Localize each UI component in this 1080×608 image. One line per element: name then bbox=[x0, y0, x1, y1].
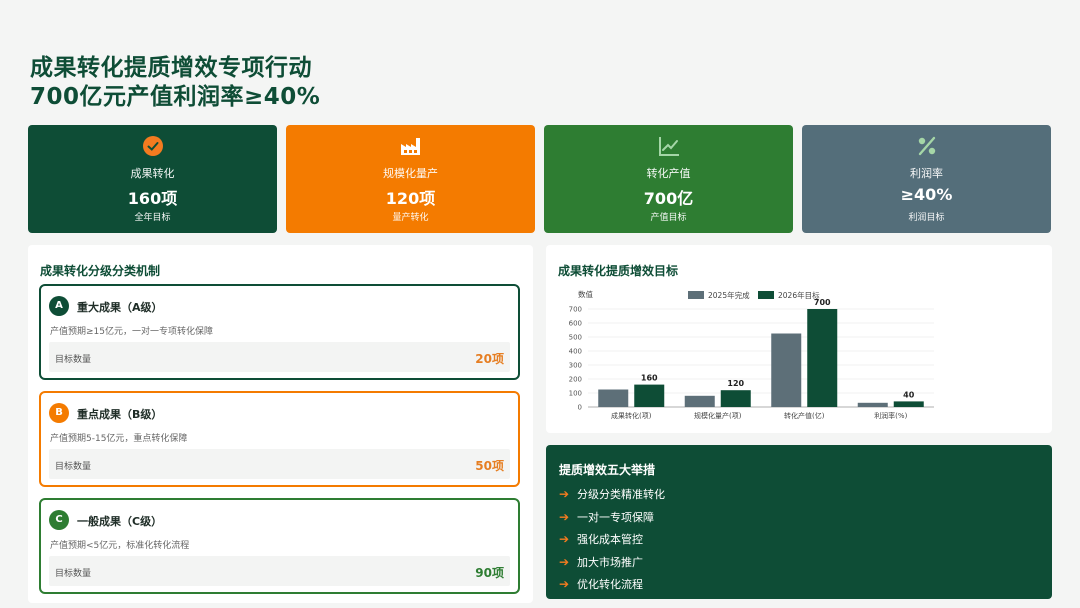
bar bbox=[857, 402, 888, 407]
measure-label: 强化成本管控 bbox=[577, 533, 643, 547]
tier-target-value: 20项 bbox=[475, 352, 504, 366]
chart-panel-title: 成果转化提质增效目标 bbox=[558, 264, 679, 278]
y-tick-label: 200 bbox=[569, 376, 582, 384]
kpi-sub: 全年目标 bbox=[134, 213, 171, 223]
bar bbox=[771, 333, 802, 407]
tier-card-b: B 重点成果（B级） 产值预期5-15亿元，重点转化保障 目标数量 50项 bbox=[39, 391, 520, 487]
kpi-value: 160项 bbox=[127, 189, 178, 208]
measures-title: 提质增效五大举措 bbox=[559, 463, 656, 477]
tier-name: 重大成果（A级） bbox=[77, 301, 163, 314]
measure-item: ➔ 强化成本管控 bbox=[559, 528, 665, 551]
tier-target-label: 目标数量 bbox=[55, 355, 92, 365]
tier-target-label: 目标数量 bbox=[55, 462, 92, 472]
kpi-card-mass-production: 规模化量产 120项 量产转化 bbox=[286, 125, 535, 233]
legend-label: 2025年完成 bbox=[708, 290, 750, 300]
tier-target-label: 目标数量 bbox=[55, 569, 92, 579]
tier-badge: B bbox=[49, 403, 69, 423]
percent-icon bbox=[918, 136, 935, 156]
kpi-sub: 产值目标 bbox=[650, 213, 687, 223]
y-tick-label: 0 bbox=[578, 404, 582, 412]
measure-item: ➔ 一对一专项保障 bbox=[559, 506, 665, 529]
kpi-value: ≥40% bbox=[900, 185, 953, 204]
bar bbox=[893, 401, 924, 407]
y-axis-label: 数值 bbox=[578, 289, 593, 299]
tier-description: 产值预期≥15亿元，一对一专项转化保障 bbox=[50, 327, 213, 337]
page-title-line2: 700亿元产值利润率≥40% bbox=[30, 84, 321, 110]
tier-card-a: A 重大成果（A级） 产值预期≥15亿元，一对一专项转化保障 目标数量 20项 bbox=[39, 284, 520, 380]
measure-item: ➔ 分级分类精准转化 bbox=[559, 483, 665, 506]
kpi-card-achievements: 成果转化 160项 全年目标 bbox=[28, 125, 277, 233]
data-label: 120 bbox=[727, 379, 744, 388]
kpi-sub: 量产转化 bbox=[392, 213, 429, 223]
x-tick-label: 利润率(%) bbox=[874, 411, 907, 420]
kpi-label: 规模化量产 bbox=[383, 167, 438, 180]
tier-badge: C bbox=[49, 510, 69, 530]
measures-list: ➔ 分级分类精准转化 ➔ 一对一专项保障 ➔ 强化成本管控 ➔ 加大市场推广 ➔ 优化转化流程 bbox=[559, 483, 665, 596]
measure-item: ➔ 优化转化流程 bbox=[559, 573, 665, 596]
kpi-value: 700亿 bbox=[643, 189, 694, 208]
arrow-right-icon: ➔ bbox=[559, 532, 570, 547]
kpi-sub: 利润目标 bbox=[908, 213, 945, 223]
tier-name: 重点成果（B级） bbox=[77, 408, 163, 421]
y-tick-label: 600 bbox=[569, 320, 582, 328]
x-tick-label: 规模化量产(项) bbox=[694, 411, 742, 420]
data-label: 40 bbox=[903, 390, 915, 399]
tier-description: 产值预期5-15亿元，重点转化保障 bbox=[50, 434, 188, 444]
arrow-right-icon: ➔ bbox=[559, 554, 570, 569]
bar bbox=[720, 390, 751, 407]
legend-swatch bbox=[688, 291, 704, 299]
arrow-right-icon: ➔ bbox=[559, 487, 570, 502]
page-title-line1: 成果转化提质增效专项行动 bbox=[30, 55, 312, 81]
y-tick-label: 100 bbox=[569, 390, 582, 398]
measure-label: 加大市场推广 bbox=[577, 555, 643, 569]
tier-target-box: 目标数量 50项 bbox=[49, 449, 510, 479]
y-tick-label: 400 bbox=[569, 348, 582, 356]
measure-label: 优化转化流程 bbox=[577, 578, 643, 592]
arrow-right-icon: ➔ bbox=[559, 509, 570, 524]
measures-panel: 提质增效五大举措 ➔ 分级分类精准转化 ➔ 一对一专项保障 ➔ 强化成本管控 ➔ 加大市场推广… bbox=[546, 445, 1052, 599]
measure-item: ➔ 加大市场推广 bbox=[559, 551, 665, 574]
factory-icon bbox=[400, 138, 420, 155]
x-tick-label: 成果转化(项) bbox=[611, 411, 652, 420]
bar bbox=[634, 384, 665, 407]
tier-target-box: 目标数量 20项 bbox=[49, 342, 510, 372]
legend-swatch bbox=[758, 291, 774, 299]
tier-target-value: 50项 bbox=[475, 459, 504, 473]
kpi-label: 成果转化 bbox=[130, 167, 175, 180]
measure-label: 一对一专项保障 bbox=[577, 510, 654, 524]
tier-target-value: 90项 bbox=[475, 566, 504, 580]
data-label: 160 bbox=[641, 374, 658, 383]
line-chart-icon bbox=[658, 137, 679, 156]
kpi-label: 转化产值 bbox=[646, 167, 691, 180]
kpi-value: 120项 bbox=[385, 189, 436, 208]
kpi-card-output-value: 转化产值 700亿 产值目标 bbox=[544, 125, 793, 233]
kpi-card-profit-rate: 利润率 ≥40% 利润目标 bbox=[802, 125, 1051, 233]
tier-badge: A bbox=[49, 296, 69, 316]
bar-chart: 数值 2025年完成 2026年目标010020030040050060070016… bbox=[569, 289, 934, 420]
arrow-right-icon: ➔ bbox=[559, 577, 570, 592]
tier-name: 一般成果（C级） bbox=[77, 515, 163, 528]
check-circle-icon bbox=[142, 136, 163, 156]
y-tick-label: 300 bbox=[569, 362, 582, 370]
tiers-panel-title: 成果转化分级分类机制 bbox=[40, 264, 161, 278]
kpi-label: 利润率 bbox=[910, 167, 943, 180]
x-tick-label: 转化产值(亿) bbox=[784, 411, 825, 420]
page-title: 成果转化提质增效专项行动 700亿元产值利润率≥40% bbox=[30, 54, 320, 112]
tier-target-box: 目标数量 90项 bbox=[49, 556, 510, 586]
bar bbox=[684, 395, 715, 407]
bar bbox=[598, 389, 629, 407]
bar bbox=[807, 309, 838, 407]
y-tick-label: 700 bbox=[569, 306, 582, 314]
measure-label: 分级分类精准转化 bbox=[577, 488, 665, 502]
tier-description: 产值预期<5亿元，标准化转化流程 bbox=[50, 541, 190, 551]
y-tick-label: 500 bbox=[569, 334, 582, 342]
data-label: 700 bbox=[814, 298, 831, 307]
tier-card-c: C 一般成果（C级） 产值预期<5亿元，标准化转化流程 目标数量 90项 bbox=[39, 498, 520, 594]
